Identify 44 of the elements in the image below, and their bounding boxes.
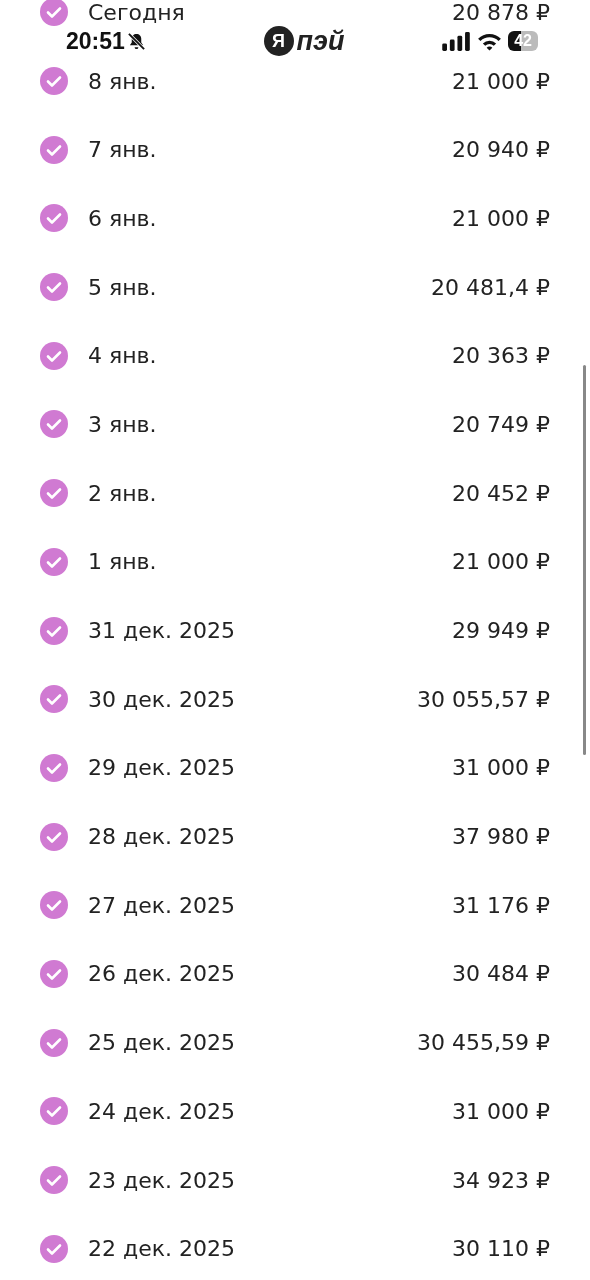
- payment-amount: 20 940 ₽: [452, 137, 550, 163]
- payment-date: 24 дек. 2025: [88, 1098, 236, 1124]
- payment-amount: 21 000 ₽: [452, 549, 550, 575]
- payment-amount: 30 484 ₽: [452, 961, 550, 987]
- payment-date: 6 янв.: [88, 205, 158, 231]
- logo-text: пэй: [296, 25, 345, 57]
- payment-date: 1 янв.: [88, 549, 158, 575]
- status-time: 20:51: [66, 27, 125, 55]
- payment-date: 2 янв.: [88, 480, 158, 506]
- payment-amount: 21 000 ₽: [452, 68, 550, 94]
- payment-date: Сегодня: [88, 0, 186, 25]
- payment-date: 8 янв.: [88, 68, 158, 94]
- payment-amount: 20 878 ₽: [452, 0, 550, 25]
- payment-date: 30 дек. 2025: [88, 686, 236, 712]
- wifi-icon: [477, 31, 503, 51]
- payment-date: 3 янв.: [88, 411, 158, 437]
- payment-date: 26 дек. 2025: [88, 961, 236, 987]
- payment-amount: 20 363 ₽: [452, 343, 550, 369]
- payment-date: 31 дек. 2025: [88, 618, 236, 644]
- signal-icon: [442, 31, 472, 51]
- payment-amount: 31 000 ₽: [452, 755, 550, 781]
- payment-date: 22 дек. 2025: [88, 1236, 236, 1262]
- payment-amount: 20 481,4 ₽: [431, 274, 550, 300]
- payment-amount: 21 000 ₽: [452, 205, 550, 231]
- payment-amount: 29 949 ₽: [452, 618, 550, 644]
- payment-date: 29 дек. 2025: [88, 755, 236, 781]
- bell-off-icon: [126, 31, 146, 51]
- payment-amount: 30 055,57 ₽: [417, 686, 550, 712]
- payment-amount: 20 452 ₽: [452, 480, 550, 506]
- payment-date: 23 дек. 2025: [88, 1167, 236, 1193]
- payment-amount: 34 923 ₽: [452, 1167, 550, 1193]
- payment-date: 5 янв.: [88, 274, 158, 300]
- payment-amount: 30 110 ₽: [452, 1236, 550, 1262]
- logo-mark: Я: [263, 26, 294, 56]
- payment-amount: 37 980 ₽: [452, 824, 550, 850]
- payment-amount: 30 455,59 ₽: [417, 1030, 550, 1056]
- payment-amount: 31 176 ₽: [452, 892, 550, 918]
- payment-date: 4 янв.: [88, 343, 158, 369]
- payment-amount: 20 749 ₽: [452, 411, 550, 437]
- payment-date: 25 дек. 2025: [88, 1030, 236, 1056]
- payment-date: 27 дек. 2025: [88, 892, 236, 918]
- payment-amount: 31 000 ₽: [452, 1098, 550, 1124]
- payment-date: 7 янв.: [88, 137, 158, 163]
- payment-date: 28 дек. 2025: [88, 824, 236, 850]
